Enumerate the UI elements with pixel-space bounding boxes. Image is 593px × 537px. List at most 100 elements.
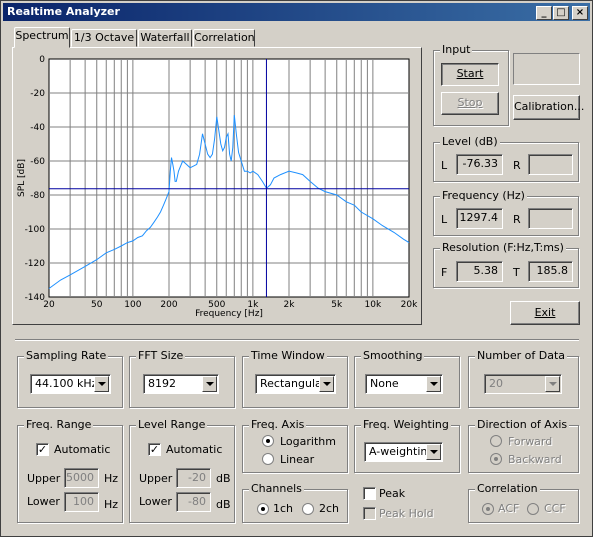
resolution-f-label: F bbox=[441, 266, 448, 279]
x-tick-label: 50 bbox=[91, 300, 103, 310]
x-tick-label: 200 bbox=[160, 300, 177, 310]
correlation-ccf-radio[interactable] bbox=[527, 503, 539, 515]
direction-backward-label: Backward bbox=[508, 453, 562, 466]
chevron-down-icon[interactable] bbox=[202, 376, 217, 392]
app-window: Realtime Analyzer _ □ × Spectrum 1/3 Oct… bbox=[0, 0, 593, 537]
minimize-button[interactable]: _ bbox=[536, 6, 552, 20]
calibration-button[interactable]: Calibration... bbox=[513, 95, 584, 120]
fft-size-label: FFT Size bbox=[136, 349, 186, 363]
x-tick-label: 2k bbox=[284, 300, 296, 310]
y-tick-label: -80 bbox=[30, 191, 45, 201]
sampling-rate-value: 44.100 kHz bbox=[35, 377, 98, 390]
correlation-acf-label: ACF bbox=[498, 502, 520, 515]
resolution-t-value: 185.8 bbox=[528, 261, 573, 282]
x-tick-label: 10k bbox=[365, 300, 382, 310]
x-axis-label: Frequency [Hz] bbox=[195, 309, 263, 319]
freq-range-upper-label: Upper bbox=[27, 472, 61, 485]
chevron-down-icon[interactable] bbox=[545, 376, 560, 392]
fft-size-select[interactable]: 8192 bbox=[143, 374, 219, 394]
tab-correlation[interactable]: Correlation bbox=[193, 29, 255, 47]
frequency-l-value: 1297.4 bbox=[456, 208, 503, 229]
plot-area bbox=[48, 58, 410, 298]
level-r-value bbox=[528, 154, 573, 175]
peak-hold-label: Peak Hold bbox=[379, 507, 434, 520]
time-window-select[interactable]: Rectangular bbox=[255, 374, 336, 394]
fft-size-value: 8192 bbox=[148, 377, 176, 390]
frequency-r-value bbox=[528, 208, 573, 229]
correlation-label: Correlation bbox=[475, 482, 540, 496]
chevron-down-icon[interactable] bbox=[319, 376, 334, 392]
level-l-value: -76.33 bbox=[456, 154, 503, 175]
calibration-button-label: Calibration... bbox=[514, 100, 585, 113]
exit-button[interactable]: Exit bbox=[510, 301, 580, 325]
channel-1ch-radio[interactable] bbox=[257, 503, 269, 515]
level-group-label: Level (dB) bbox=[440, 135, 500, 149]
channel-2ch-label: 2ch bbox=[319, 502, 340, 515]
level-range-lower-input[interactable]: -80 bbox=[176, 492, 211, 512]
y-tick-label: -120 bbox=[25, 259, 46, 269]
separator bbox=[15, 339, 579, 341]
correlation-acf-radio[interactable] bbox=[482, 503, 494, 515]
x-tick-label: 20k bbox=[401, 300, 418, 310]
y-axis-label: SPL [dB] bbox=[17, 159, 27, 197]
number-of-data-select[interactable]: 20 bbox=[484, 374, 562, 394]
freq-range-upper-unit: Hz bbox=[104, 472, 119, 485]
freq-range-lower-input[interactable]: 100 bbox=[64, 492, 99, 512]
y-tick-label: -20 bbox=[30, 89, 45, 99]
y-tick-label: -100 bbox=[25, 225, 46, 235]
freq-weighting-select[interactable]: A-weighting bbox=[364, 442, 443, 462]
title-bar[interactable]: Realtime Analyzer _ □ × bbox=[3, 3, 590, 21]
y-tick-label: -140 bbox=[25, 293, 46, 303]
maximize-button[interactable]: □ bbox=[553, 6, 569, 20]
close-button[interactable]: × bbox=[572, 6, 588, 20]
channel-2ch-radio[interactable] bbox=[302, 503, 314, 515]
level-range-label: Level Range bbox=[136, 418, 208, 432]
freq-range-automatic-label: Automatic bbox=[54, 443, 111, 456]
freq-range-lower-label: Lower bbox=[27, 495, 60, 508]
window-title: Realtime Analyzer bbox=[7, 5, 120, 18]
freq-range-upper-input[interactable]: 5000 bbox=[64, 468, 99, 488]
freq-axis-label: Freq. Axis bbox=[249, 418, 307, 432]
direction-backward-radio[interactable] bbox=[490, 453, 502, 465]
direction-forward-radio[interactable] bbox=[490, 435, 502, 447]
chevron-down-icon[interactable] bbox=[94, 376, 109, 392]
smoothing-value: None bbox=[370, 377, 399, 390]
level-range-lower-unit: dB bbox=[216, 498, 231, 511]
spectrum-chart[interactable]: 0-20-40-60-80-100-120-14020 50 100 200 500 1k… bbox=[14, 49, 420, 323]
y-tick-label: -40 bbox=[30, 123, 45, 133]
level-range-upper-label: Upper bbox=[139, 472, 173, 485]
stop-button[interactable]: Stop bbox=[441, 92, 499, 115]
correlation-ccf-label: CCF bbox=[544, 502, 566, 515]
input-group-label: Input bbox=[440, 43, 473, 57]
level-range-upper-input[interactable]: -20 bbox=[176, 468, 211, 488]
direction-of-axis-label: Direction of Axis bbox=[475, 418, 570, 432]
frequency-r-label: R bbox=[513, 213, 521, 226]
spectrum-tab-panel: 0 -20 -40 -60 -80 -100 -120 -140 20 50 100 200 500 1k… bbox=[12, 47, 422, 325]
level-range-automatic-checkbox[interactable]: ✓ bbox=[148, 443, 161, 456]
time-window-value: Rectangular bbox=[260, 377, 327, 390]
start-button[interactable]: Start bbox=[441, 63, 499, 86]
tab-third-octave[interactable]: 1/3 Octave bbox=[71, 29, 137, 47]
chevron-down-icon[interactable] bbox=[426, 376, 441, 392]
smoothing-select[interactable]: None bbox=[365, 374, 443, 394]
sampling-rate-label: Sampling Rate bbox=[24, 349, 109, 363]
peak-checkbox[interactable] bbox=[363, 487, 376, 500]
time-window-label: Time Window bbox=[249, 349, 327, 363]
tab-spectrum[interactable]: Spectrum bbox=[14, 27, 70, 48]
level-l-label: L bbox=[441, 159, 448, 172]
stop-button-label: Stop bbox=[457, 96, 483, 109]
freq-axis-logarithm-radio[interactable] bbox=[262, 435, 274, 447]
freq-weighting-value: A-weighting bbox=[369, 445, 435, 458]
peak-hold-checkbox[interactable] bbox=[363, 507, 376, 520]
freq-weighting-label: Freq. Weighting bbox=[361, 418, 451, 432]
sampling-rate-select[interactable]: 44.100 kHz bbox=[30, 374, 111, 394]
chevron-down-icon[interactable] bbox=[426, 444, 441, 460]
tab-waterfall[interactable]: Waterfall bbox=[138, 29, 192, 47]
freq-range-automatic-checkbox[interactable]: ✓ bbox=[36, 443, 49, 456]
direction-forward-label: Forward bbox=[508, 435, 553, 448]
x-tick-label: 100 bbox=[124, 300, 141, 310]
input-indicator bbox=[513, 53, 580, 85]
freq-axis-linear-radio[interactable] bbox=[262, 453, 274, 465]
resolution-t-label: T bbox=[513, 266, 520, 279]
resolution-f-value: 5.38 bbox=[456, 261, 503, 282]
